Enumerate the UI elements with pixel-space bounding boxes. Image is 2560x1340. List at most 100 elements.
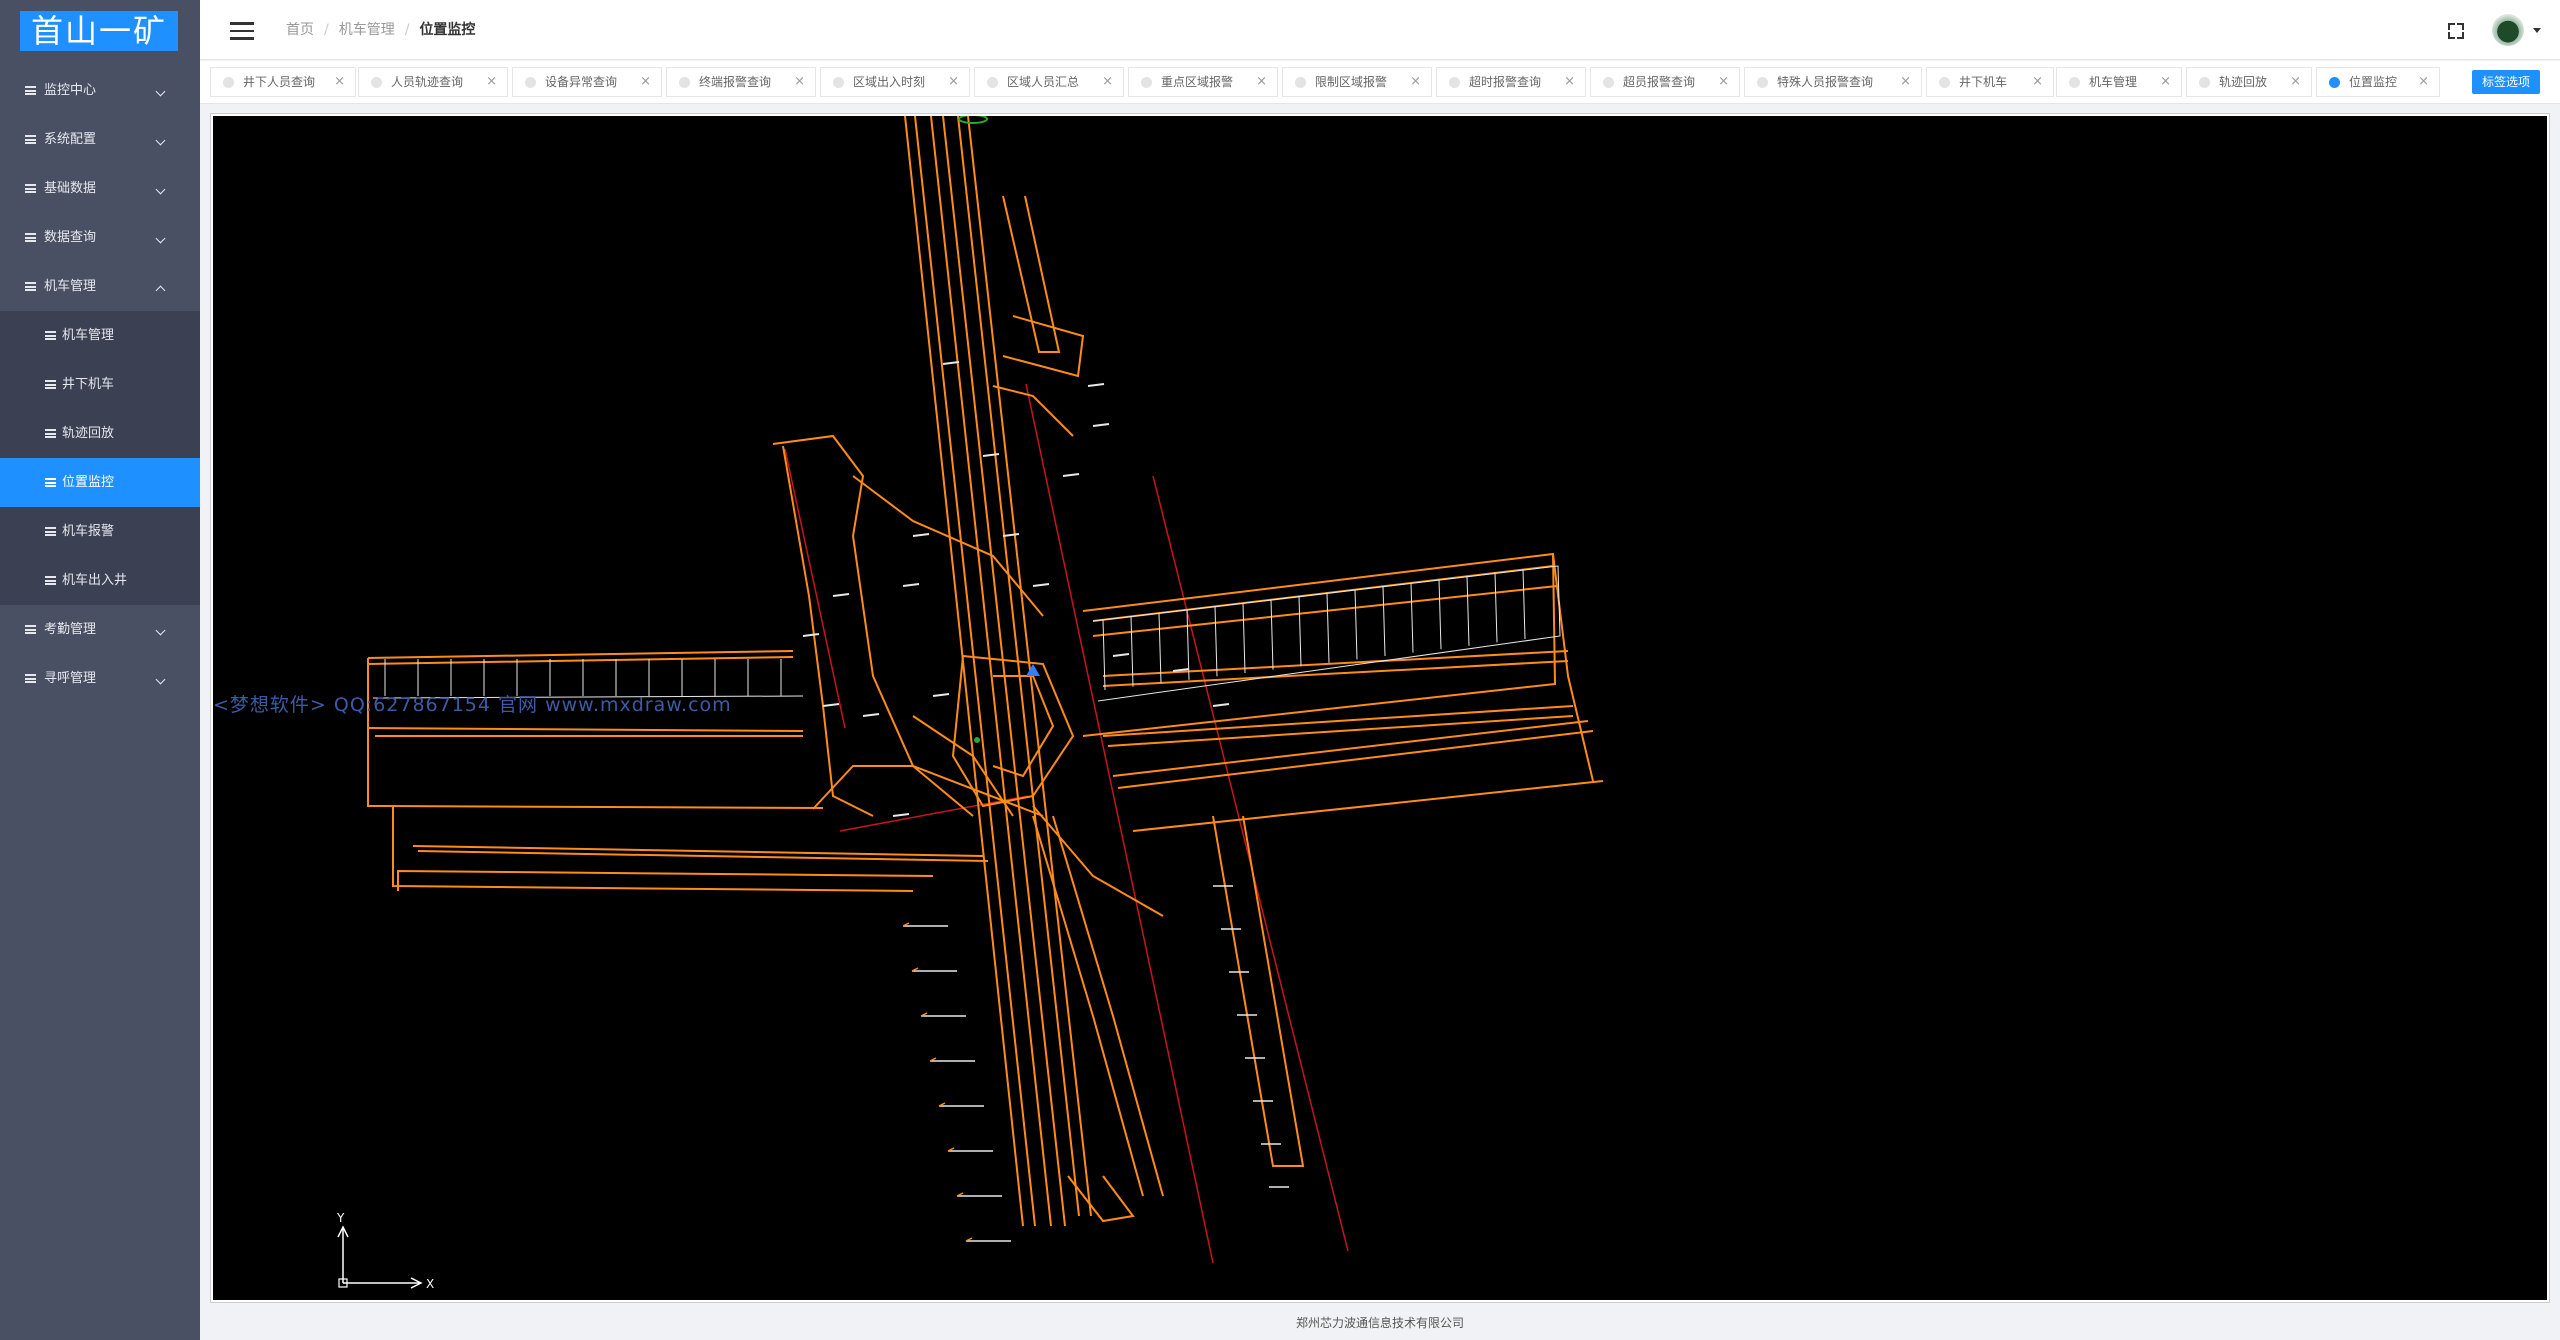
- map-marker-5: [1092, 423, 1110, 427]
- sidebar-item-label: 监控中心: [44, 83, 97, 98]
- map-marker-15: [832, 593, 850, 597]
- tab-10[interactable]: 特殊人员报警查询 ×: [1744, 67, 1922, 97]
- close-icon[interactable]: ×: [640, 68, 651, 96]
- tab-11[interactable]: 井下机车 ×: [1926, 67, 2054, 97]
- sidebar-item-6[interactable]: 寻呼管理: [0, 654, 200, 703]
- sidebar-item-4[interactable]: 机车管理: [0, 262, 200, 311]
- sidebar-subitem-4-5[interactable]: 机车出入井: [0, 556, 200, 605]
- close-icon[interactable]: ×: [1256, 68, 1267, 96]
- tab-status-dot-icon: [1141, 77, 1152, 88]
- right-road-3: [1102, 650, 1569, 677]
- tab-8[interactable]: 超时报警查询 ×: [1436, 67, 1586, 97]
- locomotive-position-icon: [1026, 664, 1040, 676]
- close-icon[interactable]: ×: [2290, 68, 2301, 96]
- tab-status-dot-icon: [833, 77, 844, 88]
- chevron-down-icon: [155, 86, 166, 97]
- upper-branch: [1002, 195, 1061, 353]
- menu-list-icon: [45, 527, 56, 536]
- tab-5[interactable]: 区域人员汇总 ×: [974, 67, 1124, 97]
- sidebar-item-0[interactable]: 监控中心: [0, 66, 200, 115]
- tab-options-button[interactable]: 标签选项: [2472, 70, 2540, 94]
- tab-status-dot-icon: [1295, 77, 1306, 88]
- close-icon[interactable]: ×: [1900, 68, 1911, 96]
- right-grid-bay-1: [1130, 616, 1134, 687]
- menu-list-icon: [45, 429, 56, 438]
- left-road-7: [412, 845, 984, 857]
- tab-6[interactable]: 重点区域报警 ×: [1128, 67, 1278, 97]
- hamburger-icon[interactable]: [230, 22, 254, 40]
- app-logo: 首山一矿: [20, 11, 178, 51]
- map-marker-17: [932, 693, 950, 697]
- close-icon[interactable]: ×: [1102, 68, 1113, 96]
- tab-label: 设备异常查询: [545, 75, 618, 89]
- close-icon[interactable]: ×: [2032, 68, 2043, 96]
- sidebar-item-2[interactable]: 基础数据: [0, 164, 200, 213]
- close-icon[interactable]: ×: [794, 68, 805, 96]
- left-loop-a: [772, 434, 865, 537]
- right-road-8: [1117, 730, 1594, 789]
- cad-map-viewer[interactable]: <梦想软件> QQ:627867154 官网 www.mxdraw.com Y …: [213, 116, 2547, 1300]
- tab-label: 井下机车: [1959, 75, 2008, 89]
- close-icon[interactable]: ×: [1564, 68, 1575, 96]
- close-icon[interactable]: ×: [1410, 68, 1421, 96]
- right-road-box: [1082, 552, 1557, 737]
- tab-14[interactable]: 位置监控 ×: [2316, 67, 2440, 97]
- close-icon[interactable]: ×: [334, 68, 345, 96]
- tab-label: 人员轨迹查询: [391, 75, 464, 89]
- menu-list-icon: [45, 478, 56, 487]
- sidebar-subitem-4-2[interactable]: 轨迹回放: [0, 409, 200, 458]
- tab-status-dot-icon: [1449, 77, 1460, 88]
- map-marker-12: [1112, 653, 1130, 657]
- sidebar-item-1[interactable]: 系统配置: [0, 115, 200, 164]
- tab-3[interactable]: 终端报警查询 ×: [666, 67, 816, 97]
- tab-label: 特殊人员报警查询: [1777, 75, 1874, 89]
- right-grid-bay-11: [1410, 582, 1414, 653]
- sidebar-item-label: 考勤管理: [44, 622, 97, 637]
- tab-9[interactable]: 超员报警查询 ×: [1590, 67, 1740, 97]
- right-grid-bay-15: [1522, 568, 1526, 640]
- left-road-3: [367, 727, 804, 732]
- tab-label: 区域出入时刻: [853, 75, 926, 89]
- close-icon[interactable]: ×: [2160, 68, 2171, 96]
- axis-indicator: Y X: [336, 1211, 434, 1291]
- sidebar-item-label: 寻呼管理: [44, 671, 97, 686]
- tab-label: 轨迹回放: [2219, 75, 2268, 89]
- map-marker-6: [1062, 473, 1080, 477]
- shaft-line-5: [967, 116, 1092, 1217]
- sidebar-subitem-4-1[interactable]: 井下机车: [0, 360, 200, 409]
- close-icon[interactable]: ×: [948, 68, 959, 96]
- tab-status-dot-icon: [1757, 77, 1768, 88]
- breadcrumb-section[interactable]: 机车管理: [339, 22, 395, 38]
- tab-4[interactable]: 区域出入时刻 ×: [820, 67, 970, 97]
- sidebar-subitem-4-3[interactable]: 位置监控: [0, 458, 200, 507]
- shaft-line-4: [957, 116, 1080, 1217]
- tab-7[interactable]: 限制区域报警 ×: [1282, 67, 1432, 97]
- chevron-down-icon: [155, 135, 166, 146]
- tab-label: 终端报警查询: [699, 75, 772, 89]
- breadcrumb-home[interactable]: 首页: [286, 22, 314, 38]
- sidebar-item-5[interactable]: 考勤管理: [0, 605, 200, 654]
- lower-drift-outline: [1212, 815, 1305, 1167]
- user-avatar-icon[interactable]: [2492, 14, 2524, 46]
- map-marker-3: [1032, 583, 1050, 587]
- right-grid-outline: [1092, 565, 1561, 702]
- sidebar-item-label: 数据查询: [44, 230, 97, 245]
- close-icon[interactable]: ×: [2418, 68, 2429, 96]
- tab-1[interactable]: 人员轨迹查询 ×: [358, 67, 508, 97]
- sidebar-subitem-4-0[interactable]: 机车管理: [0, 311, 200, 360]
- tab-12[interactable]: 机车管理 ×: [2056, 67, 2182, 97]
- close-icon[interactable]: ×: [1718, 68, 1729, 96]
- menu-list-icon: [25, 282, 36, 291]
- sidebar-subitem-4-4[interactable]: 机车报警: [0, 507, 200, 556]
- tab-2[interactable]: 设备异常查询 ×: [512, 67, 662, 97]
- sidebar-item-3[interactable]: 数据查询: [0, 213, 200, 262]
- sidebar-subitem-label: 轨迹回放: [62, 426, 115, 441]
- tab-13[interactable]: 轨迹回放 ×: [2186, 67, 2312, 97]
- fullscreen-icon[interactable]: [2448, 23, 2464, 39]
- close-icon[interactable]: ×: [486, 68, 497, 96]
- tab-status-dot-icon: [679, 77, 690, 88]
- chevron-down-icon[interactable]: [2533, 28, 2541, 33]
- tab-0[interactable]: 井下人员查询 ×: [210, 67, 356, 97]
- tab-status-dot-icon: [2199, 77, 2210, 88]
- tab-status-dot-icon: [525, 77, 536, 88]
